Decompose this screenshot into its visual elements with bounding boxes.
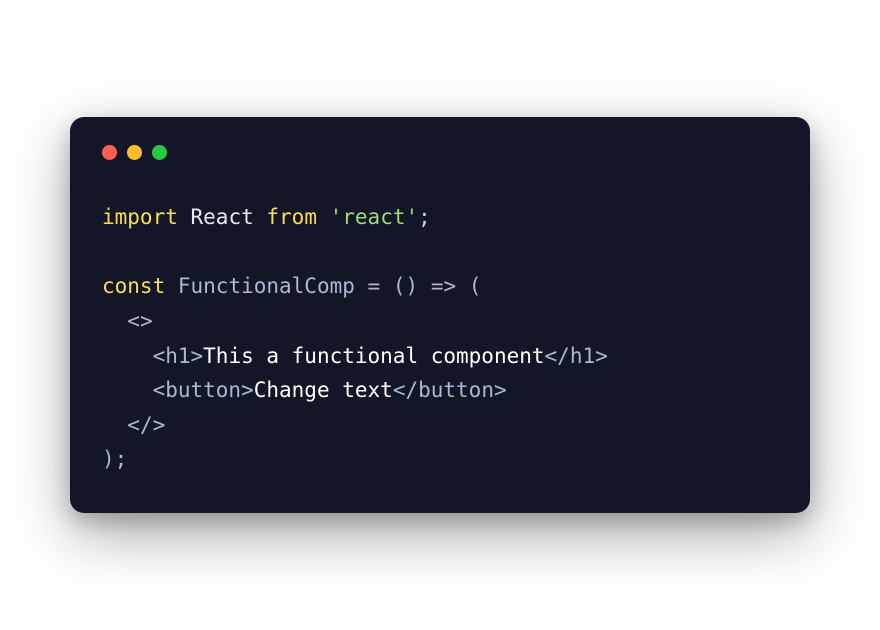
button-text: Change text xyxy=(254,378,393,402)
code-window: import React from 'react'; const Functio… xyxy=(70,117,810,513)
button-close-tag: </button> xyxy=(393,378,507,402)
function-name: FunctionalComp xyxy=(178,274,355,298)
parens: () xyxy=(393,274,418,298)
h1-close-tag: </h1> xyxy=(545,344,608,368)
arrow: => xyxy=(431,274,456,298)
open-paren: ( xyxy=(469,274,482,298)
code-block: import React from 'react'; const Functio… xyxy=(102,200,778,477)
minimize-icon[interactable] xyxy=(127,145,142,160)
keyword-from: from xyxy=(266,205,317,229)
semicolon: ; xyxy=(418,205,431,229)
window-titlebar xyxy=(102,145,778,160)
h1-open-tag: <h1> xyxy=(153,344,204,368)
close-paren: ); xyxy=(102,447,127,471)
keyword-import: import xyxy=(102,205,178,229)
h1-text: This a functional component xyxy=(203,344,544,368)
fragment-open: <> xyxy=(127,309,152,333)
equals: = xyxy=(368,274,381,298)
identifier-react: React xyxy=(191,205,254,229)
button-open-tag: <button> xyxy=(153,378,254,402)
close-icon[interactable] xyxy=(102,145,117,160)
keyword-const: const xyxy=(102,274,165,298)
string-literal: 'react' xyxy=(330,205,419,229)
maximize-icon[interactable] xyxy=(152,145,167,160)
fragment-close: </> xyxy=(127,413,165,437)
